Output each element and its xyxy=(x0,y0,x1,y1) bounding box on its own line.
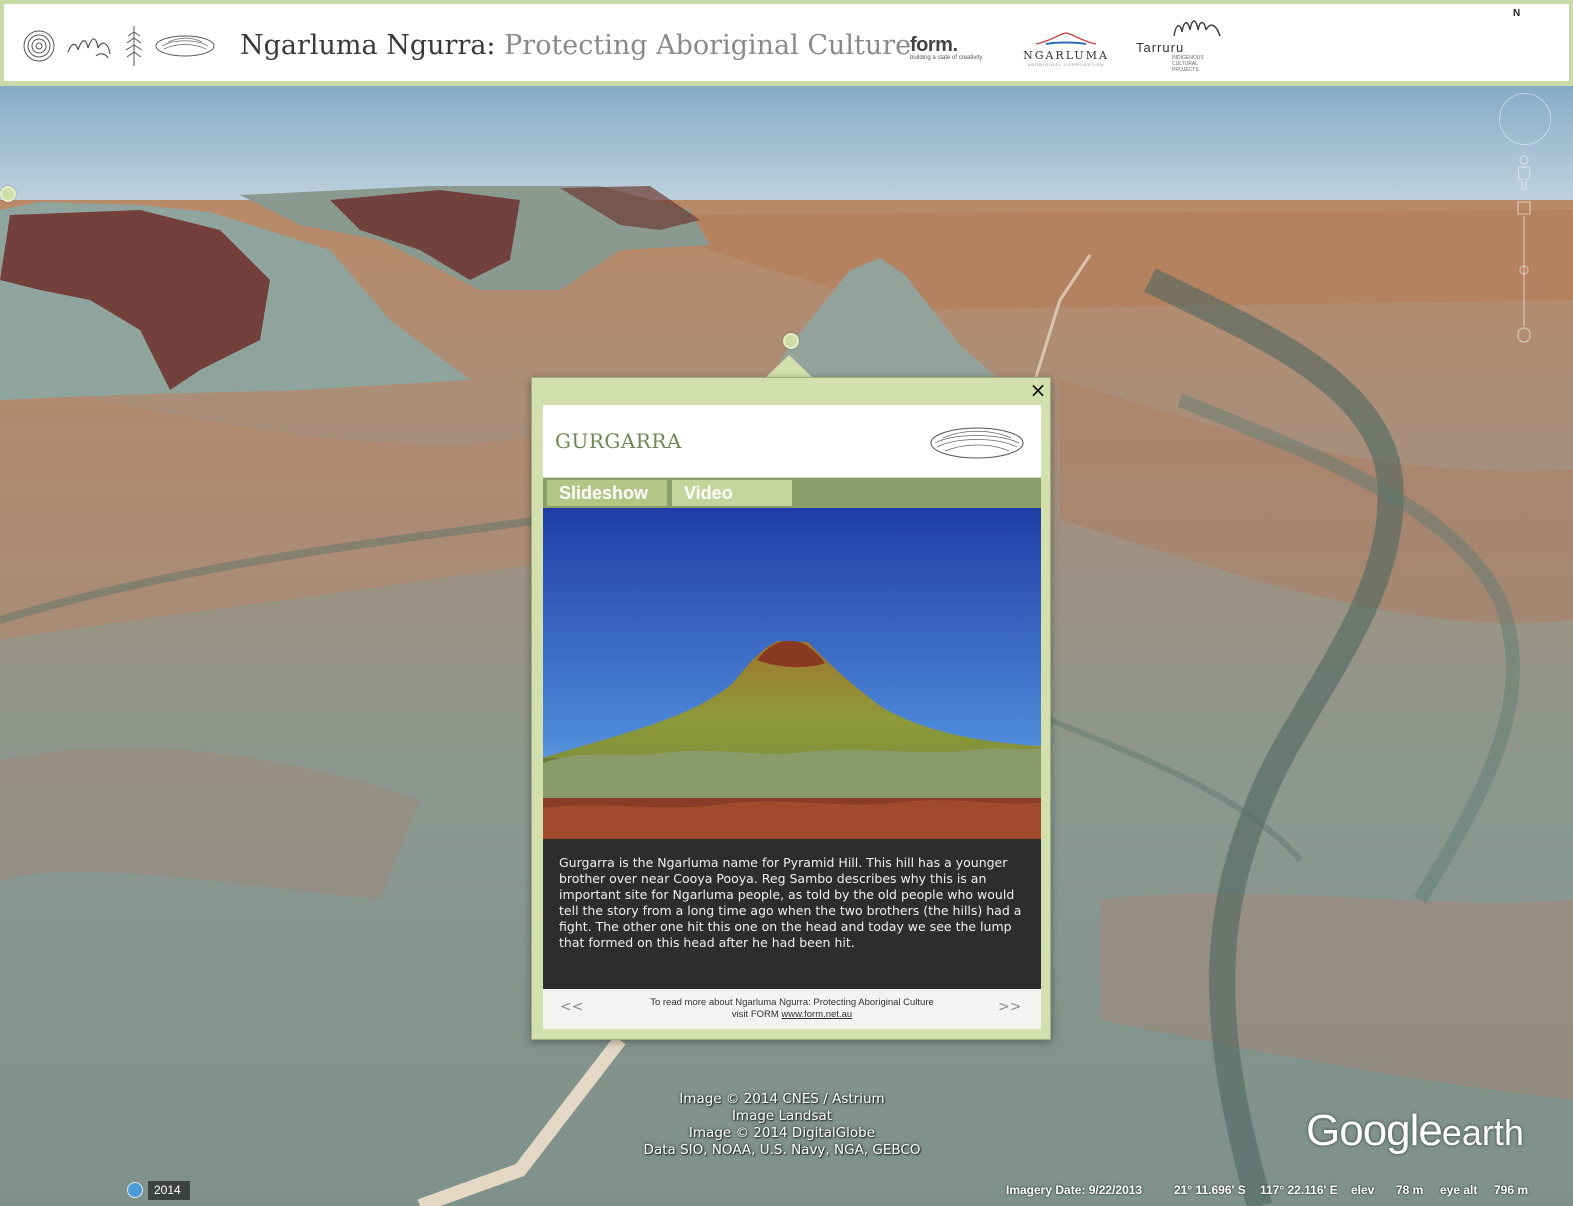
placemark-marker-gurgarra[interactable] xyxy=(783,333,799,349)
form-logo-tagline: building a state of creativity xyxy=(910,55,983,61)
spiral-icon xyxy=(23,30,55,62)
tab-video[interactable]: Video xyxy=(672,480,792,506)
longitude: 117° 22.116' E xyxy=(1260,1183,1338,1197)
attribution-line: Image © 2014 DigitalGlobe xyxy=(688,1125,876,1141)
attribution-line: Data SIO, NOAA, U.S. Navy, NGA, GEBCO xyxy=(643,1142,921,1158)
ngarluma-logo-sub: ABORIGINAL CORPORATION xyxy=(1027,62,1105,67)
footer-text: To read more about Ngarluma Ngurra: Prot… xyxy=(603,997,981,1021)
attribution-line: Image Landsat xyxy=(731,1108,833,1124)
ngarluma-logo-name: NGARLUMA xyxy=(1023,49,1109,62)
site-header: Ngarluma Ngurra: Protecting Aboriginal C… xyxy=(0,0,1573,86)
google-earth-logo-earth: earth xyxy=(1441,1112,1524,1153)
ngarluma-logo: NGARLUMA ABORIGINAL CORPORATION xyxy=(1016,30,1116,67)
imagery-date: Imagery Date: 9/22/2013 xyxy=(1006,1183,1143,1197)
header-icon-row xyxy=(22,22,216,70)
latitude: 21° 11.696' S xyxy=(1174,1183,1246,1197)
form-logo: form. building a state of creativity xyxy=(910,34,1000,61)
footer-line-2: visit FORM www.form.net.au xyxy=(603,1009,981,1021)
imagery-year[interactable]: 2014 xyxy=(148,1181,190,1200)
street-view-person-icon[interactable] xyxy=(1514,155,1534,191)
tarruru-hands-icon xyxy=(1173,20,1221,37)
historical-imagery-icon[interactable] xyxy=(127,1182,143,1198)
previous-button[interactable]: << xyxy=(560,999,583,1015)
attribution-line: Image © 2014 CNES / Astrium xyxy=(679,1091,885,1107)
eye-alt-label: eye alt xyxy=(1440,1183,1478,1197)
tab-bar: Slideshow Video xyxy=(543,478,1041,508)
tarruru-logo-sub: INDIGENOUS CULTURAL PROJECTS xyxy=(1172,55,1204,73)
google-earth-logo-google: Google xyxy=(1306,1106,1443,1155)
eye-alt-value: 796 m xyxy=(1494,1183,1529,1197)
stone-icon xyxy=(930,427,1024,459)
balloon-title: GURGARRA xyxy=(555,429,682,453)
caption-panel: Gurgarra is the Ngarluma name for Pyrami… xyxy=(543,839,1041,989)
footer-visit-label: visit FORM xyxy=(731,1009,779,1020)
look-around-control[interactable] xyxy=(1499,93,1551,145)
caption-text: Gurgarra is the Ngarluma name for Pyrami… xyxy=(559,855,1022,950)
elevation-label: elev xyxy=(1351,1183,1375,1197)
slideshow-photo xyxy=(543,508,1041,839)
hand-icon xyxy=(67,38,111,59)
tarruru-logo-name: Tarruru xyxy=(1136,40,1185,55)
elevation-value: 78 m xyxy=(1396,1183,1424,1197)
ngarluma-hill-icon xyxy=(1035,32,1097,45)
tree-icon xyxy=(125,26,143,66)
stone-icon xyxy=(155,35,215,57)
compass-north-label[interactable]: N xyxy=(1513,8,1520,19)
info-balloon: × GURGARRA Slideshow Video Gurgarra is t… xyxy=(531,377,1051,1040)
form-website-link[interactable]: www.form.net.au xyxy=(781,1009,852,1020)
status-readout: Imagery Date: 9/22/2013 21° 11.696' S 11… xyxy=(1006,1181,1573,1200)
balloon-pointer xyxy=(765,355,813,378)
status-bar: 2014 Imagery Date: 9/22/2013 21° 11.696'… xyxy=(0,1178,1573,1206)
page-title: Ngarluma Ngurra: Protecting Aboriginal C… xyxy=(240,26,911,66)
placemark-marker[interactable] xyxy=(0,186,16,202)
tab-slideshow[interactable]: Slideshow xyxy=(547,480,667,506)
footer-line-1: To read more about Ngarluma Ngurra: Prot… xyxy=(650,997,934,1008)
title-sub: Protecting Aboriginal Culture xyxy=(504,30,912,61)
balloon-footer: << To read more about Ngarluma Ngurra: P… xyxy=(543,989,1041,1029)
title-main: Ngarluma Ngurra: xyxy=(240,30,496,61)
google-earth-logo: Googleearth xyxy=(1306,1106,1524,1156)
balloon-header: GURGARRA xyxy=(543,405,1041,477)
close-button[interactable]: × xyxy=(1027,379,1049,401)
zoom-slider[interactable] xyxy=(1516,200,1532,346)
tarruru-logo: Tarruru INDIGENOUS CULTURAL PROJECTS xyxy=(1136,16,1236,73)
form-logo-name: form. xyxy=(910,34,958,56)
next-button[interactable]: >> xyxy=(998,999,1021,1015)
imagery-attribution: Image © 2014 CNES / Astrium Image Landsa… xyxy=(600,1091,964,1159)
